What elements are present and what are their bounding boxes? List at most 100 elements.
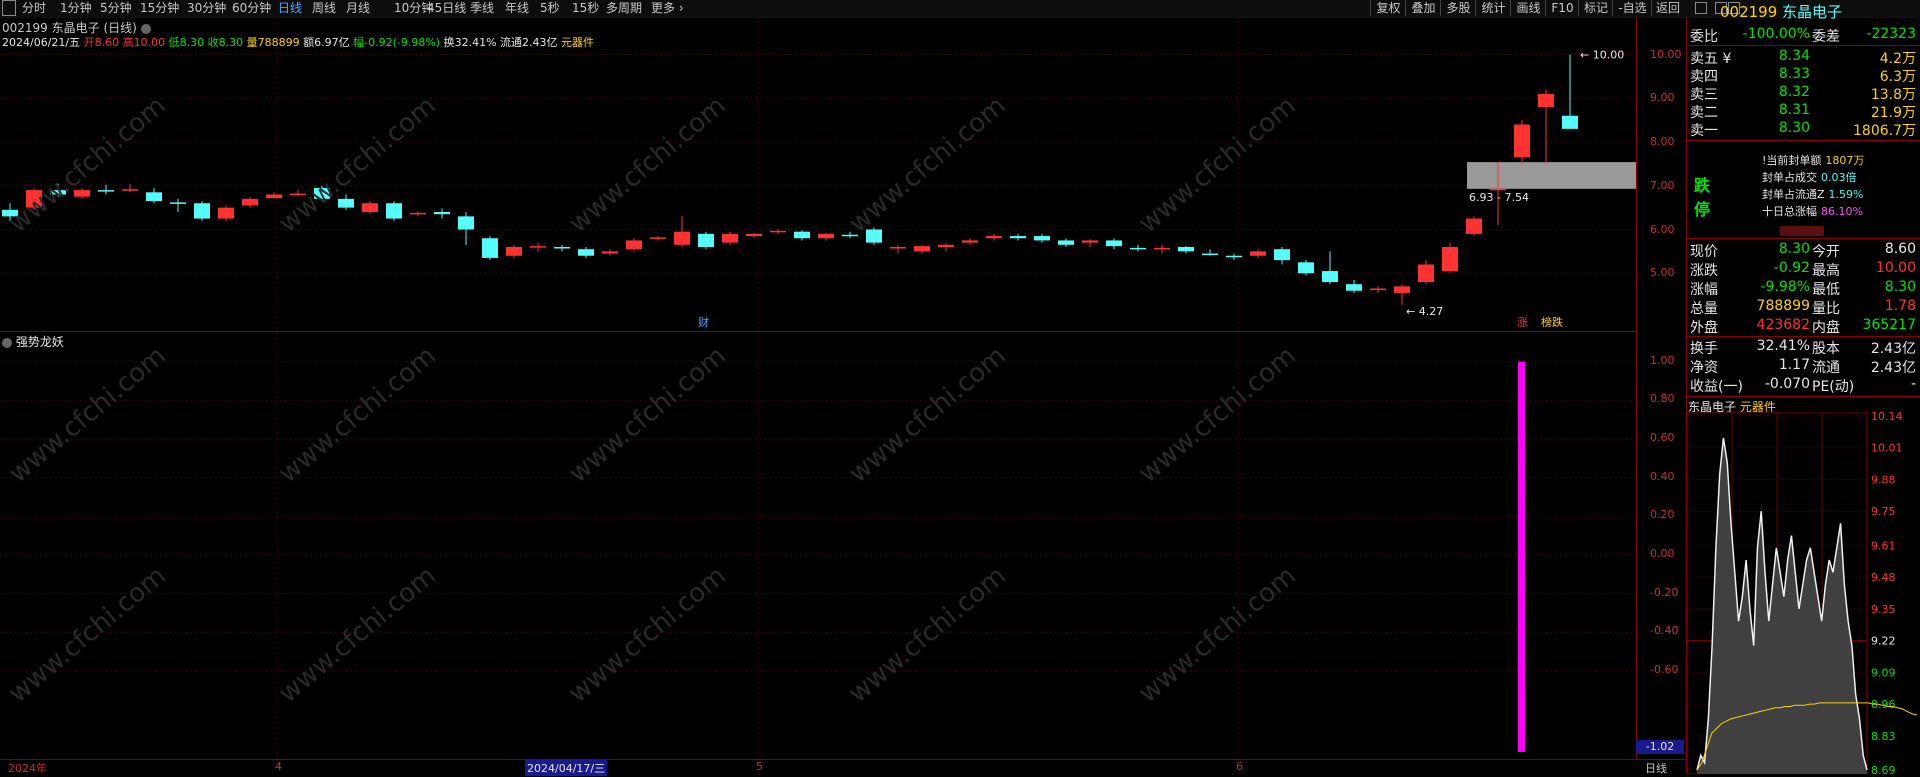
ask-row: 卖一 8.30 1806.7万	[1690, 120, 1918, 139]
seal-item-value: 0.03倍	[1821, 171, 1857, 184]
mini-axis-label: 9.75	[1871, 505, 1896, 518]
mini-axis-label: 9.35	[1871, 603, 1896, 616]
seal-item: !当前封单额 1807万	[1762, 152, 1864, 168]
seal-item-label: 十日总涨幅	[1762, 205, 1817, 218]
quote-value: 8.30	[1778, 241, 1810, 257]
expand-chevron-icon[interactable]	[1780, 226, 1824, 236]
watermark-text: www.cfchi.com	[563, 340, 732, 490]
quote-label: 外盘	[1690, 320, 1718, 336]
weibi-value: -100.00%	[1742, 26, 1810, 42]
seal-item: 封单占流通Z 1.59%	[1762, 186, 1864, 202]
weibi-row: 委比 -100.00% 委差 -22323	[1690, 26, 1918, 45]
fundamental-row: 收益(一) -0.070 PE(动) -	[1690, 376, 1918, 395]
quote-code: 002199	[1720, 3, 1778, 21]
toolbar-button-8[interactable]: 返回	[1651, 0, 1684, 16]
fund-value: -0.070	[1764, 376, 1810, 392]
watermark-text: www.cfchi.com	[273, 340, 442, 490]
quote-value: 788899	[1756, 298, 1810, 314]
quote-separator	[1687, 45, 1920, 46]
quote-header: 002199 东晶电子	[1720, 1, 1842, 22]
weibi-label: 委比	[1690, 29, 1718, 45]
mini-axis-label: 9.61	[1871, 539, 1896, 552]
price-axis-label: 5.00	[1650, 266, 1675, 280]
price-axis-label: 6.00	[1650, 222, 1675, 236]
indicator-axis-label: 0.20	[1650, 508, 1675, 522]
seal-item: 封单占成交 0.03倍	[1762, 169, 1857, 185]
watermark-text: www.cfchi.com	[273, 560, 442, 710]
fund-value: 1.17	[1778, 357, 1810, 373]
fund-value: -	[1910, 376, 1916, 392]
watermark-text: www.cfchi.com	[843, 560, 1012, 710]
quote-separator	[1687, 238, 1920, 239]
quote-value: 8.30	[1884, 279, 1916, 295]
fund-value: 2.43亿	[1870, 360, 1916, 376]
mini-axis-label: 9.48	[1871, 571, 1896, 584]
ask-label: 卖五 ¥	[1690, 51, 1732, 67]
watermark-text: www.cfchi.com	[3, 340, 172, 490]
mini-axis-label: 10.14	[1871, 412, 1903, 423]
watermark-text: www.cfchi.com	[1133, 90, 1302, 240]
indicator-axis-label: -0.40	[1650, 624, 1679, 638]
seal-item-value: 86.10%	[1821, 205, 1863, 218]
ask-volume: 21.9万	[1870, 105, 1916, 121]
quote-label: 涨幅	[1690, 282, 1718, 298]
seal-item-value: 1807万	[1825, 154, 1865, 167]
mini-axis-label: 8.69	[1871, 764, 1896, 774]
ask-volume: 6.3万	[1879, 69, 1916, 85]
price-axis-label: 8.00	[1650, 135, 1675, 148]
quote-value: 1.78	[1884, 298, 1916, 314]
quote-separator	[1687, 336, 1920, 337]
watermark-text: www.cfchi.com	[563, 560, 732, 710]
ask-row: 卖三 8.32 13.8万	[1690, 84, 1918, 103]
quote-separator	[1687, 396, 1920, 397]
ask-price: 8.31	[1778, 102, 1810, 118]
minimize-icon[interactable]	[1695, 2, 1707, 14]
indicator-axis-label: 0.80	[1650, 392, 1675, 406]
indicator-axis-label: 1.00	[1650, 353, 1675, 367]
ask-row: 卖五 ¥ 8.34 4.2万	[1690, 48, 1918, 67]
fundamental-row: 换手 32.41% 股本 2.43亿	[1690, 338, 1918, 357]
watermark-text: www.cfchi.com	[843, 90, 1012, 240]
quote-label: 量比	[1812, 301, 1840, 317]
quote-label: 最低	[1812, 282, 1840, 298]
quote-value: 8.60	[1884, 241, 1916, 257]
fund-label: 净资	[1690, 360, 1718, 376]
ask-row: 卖二 8.31 21.9万	[1690, 102, 1918, 121]
ask-volume: 13.8万	[1870, 87, 1916, 103]
date-axis-label: 6	[1236, 760, 1243, 773]
limit-down-status: 跌停	[1694, 176, 1711, 219]
ask-volume: 1806.7万	[1853, 123, 1916, 139]
indicator-current-value: -1.02	[1636, 740, 1684, 754]
ask-label: 卖二	[1690, 105, 1718, 121]
seal-item: 十日总涨幅 86.10%	[1762, 203, 1863, 219]
quote-label: 总量	[1690, 301, 1718, 317]
price-axis	[1636, 17, 1687, 759]
quote-row: 涨幅 -9.98% 最低 8.30	[1690, 279, 1918, 298]
quote-row: 外盘 423682 内盘 365217	[1690, 317, 1918, 336]
ask-price: 8.30	[1778, 120, 1810, 136]
quote-separator	[1687, 140, 1920, 141]
mini-intraday-chart[interactable]: 10.14 10.01 9.88 9.75 9.61 9.48 9.35 9.22 9.09 8.…	[1686, 410, 1920, 777]
quote-label: 内盘	[1812, 320, 1840, 336]
fund-label: 换手	[1690, 341, 1718, 357]
indicator-axis-label: 0.60	[1650, 430, 1675, 444]
fund-value: 2.43亿	[1870, 341, 1916, 357]
quote-label: 最高	[1812, 263, 1840, 279]
indicator-axis-label: 0.00	[1650, 546, 1675, 560]
ask-price: 8.33	[1778, 66, 1810, 82]
quote-label: 今开	[1812, 244, 1840, 260]
quote-value: 365217	[1862, 317, 1916, 333]
ask-label: 卖四	[1690, 69, 1718, 85]
seal-item-value: 1.59%	[1828, 188, 1864, 201]
quote-label: 现价	[1690, 244, 1718, 260]
mini-axis-label: 9.09	[1871, 666, 1896, 679]
price-axis-label: 9.00	[1650, 91, 1675, 105]
weicha-value: -22323	[1866, 26, 1916, 42]
watermark-text: www.cfchi.com	[843, 340, 1012, 490]
indicator-axis-label: 0.40	[1650, 469, 1675, 483]
ask-volume: 4.2万	[1879, 51, 1916, 67]
quote-value: -0.92	[1773, 260, 1810, 276]
ask-row: 卖四 8.33 6.3万	[1690, 66, 1918, 85]
indicator-axis-label: -0.60	[1650, 662, 1679, 676]
mini-axis-label: 9.88	[1871, 473, 1896, 486]
